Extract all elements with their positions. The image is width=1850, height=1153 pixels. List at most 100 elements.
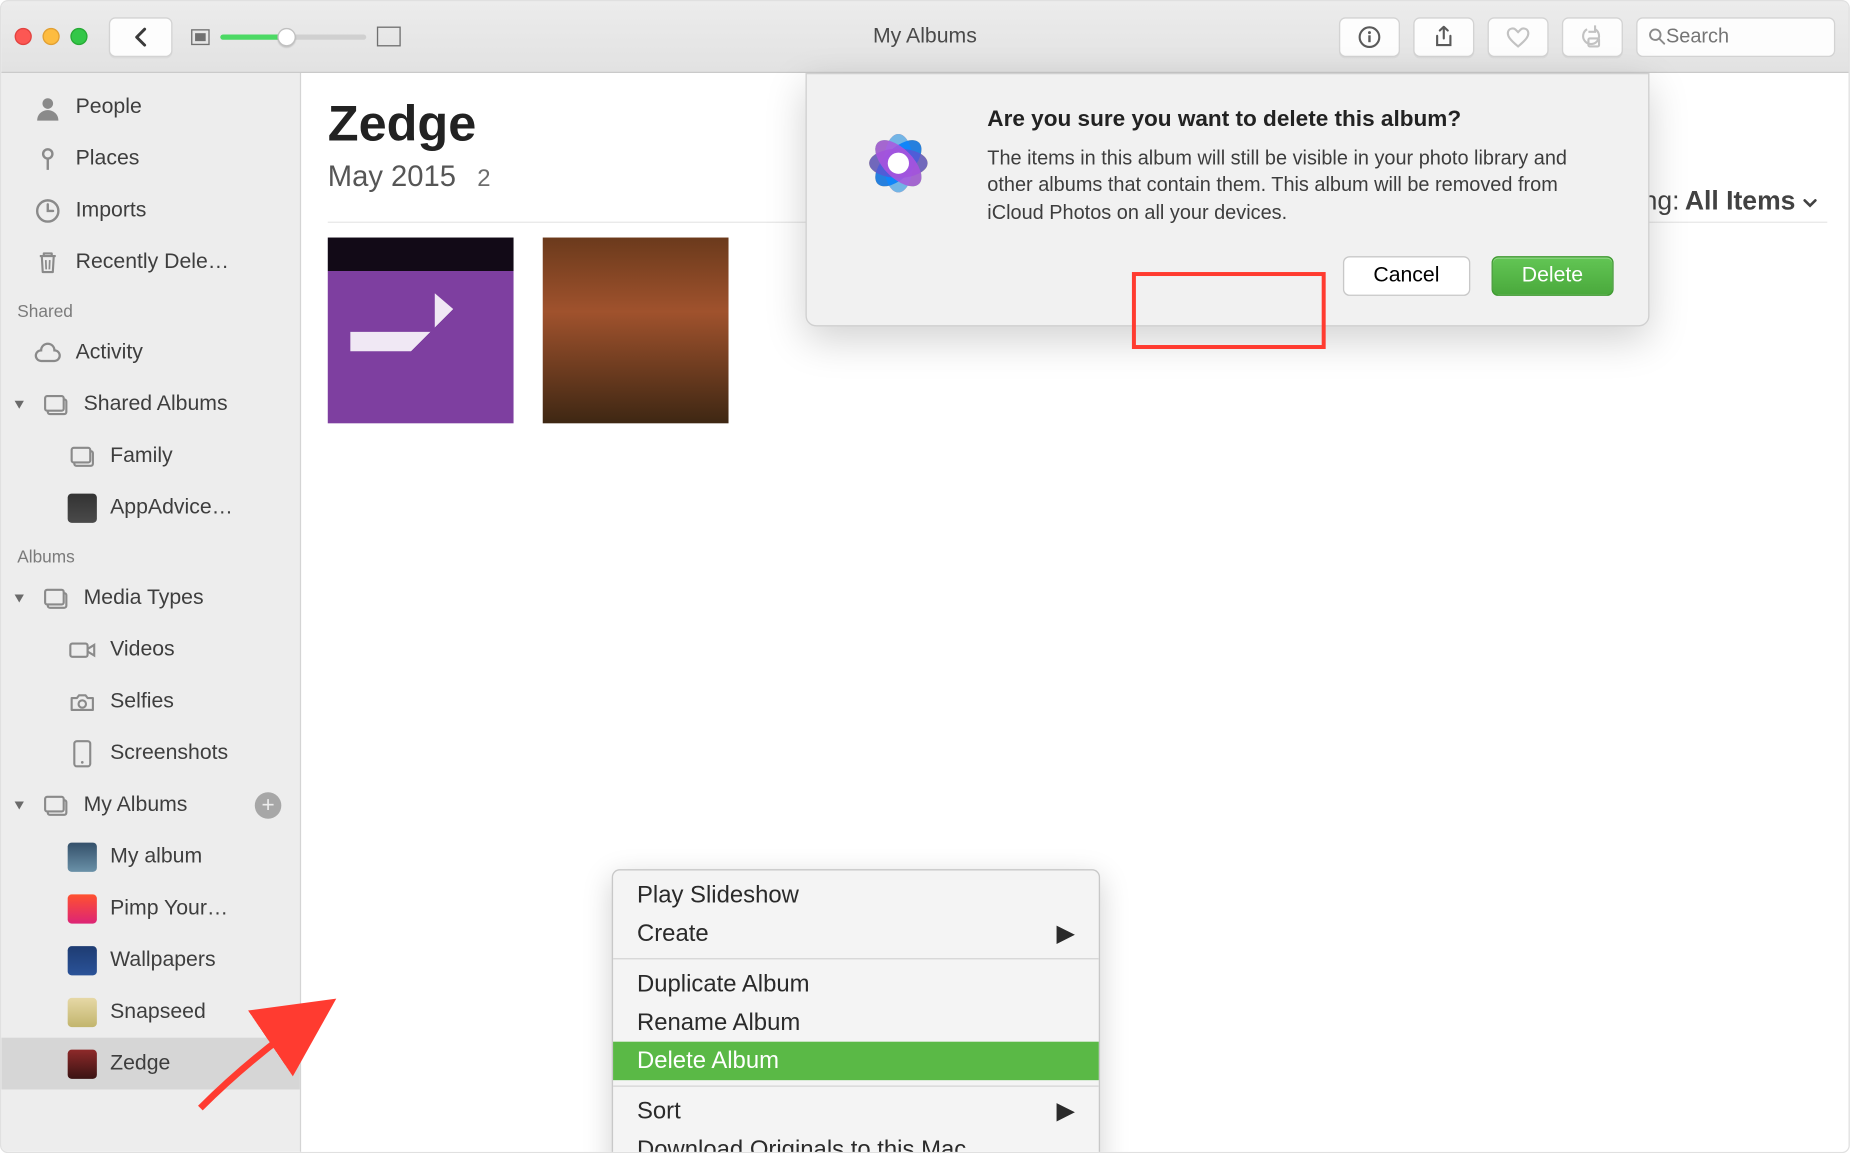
sidebar-header-shared: Shared (1, 288, 300, 326)
showing-value: All Items (1685, 187, 1796, 218)
sidebar-label: My Albums (84, 793, 188, 817)
album-photo-count: 2 (477, 165, 490, 193)
sidebar-item-selfies[interactable]: Selfies (1, 675, 300, 727)
zoom-slider[interactable] (220, 34, 366, 39)
menu-item-delete-album[interactable]: Delete Album (613, 1042, 1099, 1080)
stack-icon (68, 441, 97, 470)
sidebar-item-appadvice[interactable]: AppAdvice… (1, 482, 300, 534)
add-album-button[interactable]: + (255, 792, 282, 819)
photos-app-icon (841, 106, 955, 220)
menu-separator (613, 1085, 1099, 1086)
clock-icon (33, 196, 62, 225)
menu-item-label: Duplicate Album (637, 970, 810, 998)
zoom-slider-thumb[interactable] (277, 27, 296, 46)
share-button[interactable] (1413, 17, 1474, 57)
photo-thumbnail[interactable] (543, 238, 729, 424)
sidebar-label: People (76, 95, 142, 119)
delete-button[interactable]: Delete (1491, 256, 1613, 296)
fullscreen-window-button[interactable] (70, 28, 87, 45)
sidebar-item-recently-deleted[interactable]: Recently Dele… (1, 236, 300, 288)
person-icon (33, 92, 62, 121)
pin-icon (33, 144, 62, 173)
sidebar-label: Videos (110, 638, 175, 662)
video-icon (68, 635, 97, 664)
sidebar-item-shared-albums[interactable]: Shared Albums (1, 378, 300, 430)
rotate-button[interactable] (1562, 17, 1623, 57)
menu-item-label: Delete Album (637, 1047, 779, 1075)
sidebar-item-my-albums[interactable]: My Albums + (1, 779, 300, 831)
sidebar-label: Snapseed (110, 1000, 206, 1024)
menu-item-rename-album[interactable]: Rename Album (613, 1003, 1099, 1041)
sidebar-label: Wallpapers (110, 948, 215, 972)
sidebar-item-activity[interactable]: Activity (1, 326, 300, 378)
sidebar-item-places[interactable]: Places (1, 133, 300, 185)
menu-item-label: Download Originals to this Mac (637, 1136, 966, 1153)
sidebar-item-family[interactable]: Family (1, 430, 300, 482)
sidebar-header-albums: Albums (1, 533, 300, 571)
album-date: May 2015 (328, 159, 456, 194)
zoom-large-icon[interactable] (377, 27, 401, 47)
search-input[interactable] (1666, 25, 1823, 48)
album-thumb-icon (68, 842, 97, 871)
menu-item-download-originals[interactable]: Download Originals to this Mac (613, 1131, 1099, 1153)
sidebar: People Places Imports Recently Dele… Sha… (1, 73, 301, 1152)
cloud-icon (33, 338, 62, 367)
album-thumb-icon (68, 1049, 97, 1078)
menu-item-label: Create (637, 920, 709, 948)
disclosure-triangle-icon[interactable] (12, 398, 25, 410)
sidebar-label: Selfies (110, 689, 174, 713)
sidebar-label: Recently Dele… (76, 250, 229, 274)
sidebar-item-people[interactable]: People (1, 81, 300, 133)
sidebar-item-zedge[interactable]: Zedge (1, 1038, 300, 1090)
dialog-body: The items in this album will still be vi… (987, 146, 1613, 227)
sidebar-label: Activity (76, 340, 143, 364)
window-title: My Albums (873, 25, 977, 49)
menu-item-sort[interactable]: Sort▶ (613, 1092, 1099, 1130)
menu-item-label: Play Slideshow (637, 881, 799, 909)
context-menu: Play Slideshow Create▶ Duplicate Album R… (612, 869, 1100, 1153)
sidebar-label: Media Types (84, 586, 204, 610)
back-button[interactable] (109, 17, 173, 57)
menu-item-play-slideshow[interactable]: Play Slideshow (613, 876, 1099, 914)
main-content: Zedge May 2015 2 Showing: All Items (301, 73, 1848, 1152)
disclosure-triangle-icon[interactable] (12, 799, 25, 811)
album-thumb-icon (68, 894, 97, 923)
sidebar-item-snapseed[interactable]: Snapseed (1, 986, 300, 1038)
sidebar-item-wallpapers[interactable]: Wallpapers (1, 934, 300, 986)
camera-icon (68, 687, 97, 716)
photo-thumbnail[interactable] (328, 238, 514, 424)
cancel-button[interactable]: Cancel (1343, 256, 1470, 296)
sidebar-label: My album (110, 845, 202, 869)
sidebar-label: AppAdvice… (110, 496, 233, 520)
zoom-small-icon[interactable] (191, 29, 210, 45)
photo-grid (328, 238, 729, 424)
sidebar-label: Family (110, 444, 173, 468)
sidebar-label: Imports (76, 198, 147, 222)
sidebar-item-videos[interactable]: Videos (1, 624, 300, 676)
sidebar-item-pimp-your[interactable]: Pimp Your… (1, 882, 300, 934)
sidebar-item-screenshots[interactable]: Screenshots (1, 727, 300, 779)
sidebar-item-media-types[interactable]: Media Types (1, 572, 300, 624)
sidebar-item-my-album[interactable]: My album (1, 831, 300, 883)
disclosure-triangle-icon[interactable] (12, 592, 25, 604)
menu-separator (613, 958, 1099, 959)
search-icon (1648, 27, 1666, 47)
menu-item-duplicate-album[interactable]: Duplicate Album (613, 965, 1099, 1003)
minimize-window-button[interactable] (42, 28, 59, 45)
stack-icon (41, 790, 70, 819)
sidebar-item-imports[interactable]: Imports (1, 184, 300, 236)
sidebar-label: Pimp Your… (110, 896, 228, 920)
sidebar-label: Places (76, 147, 140, 171)
submenu-arrow-icon: ▶ (1056, 1097, 1074, 1125)
search-field[interactable] (1636, 17, 1835, 57)
delete-album-dialog: Are you sure you want to delete this alb… (805, 73, 1649, 326)
menu-item-label: Rename Album (637, 1009, 800, 1037)
favorite-button[interactable] (1488, 17, 1549, 57)
window-controls (15, 28, 88, 45)
menu-item-create[interactable]: Create▶ (613, 914, 1099, 952)
close-window-button[interactable] (15, 28, 32, 45)
trash-icon (33, 247, 62, 276)
titlebar: My Albums (1, 1, 1848, 73)
info-button[interactable] (1339, 17, 1400, 57)
stack-icon (41, 389, 70, 418)
